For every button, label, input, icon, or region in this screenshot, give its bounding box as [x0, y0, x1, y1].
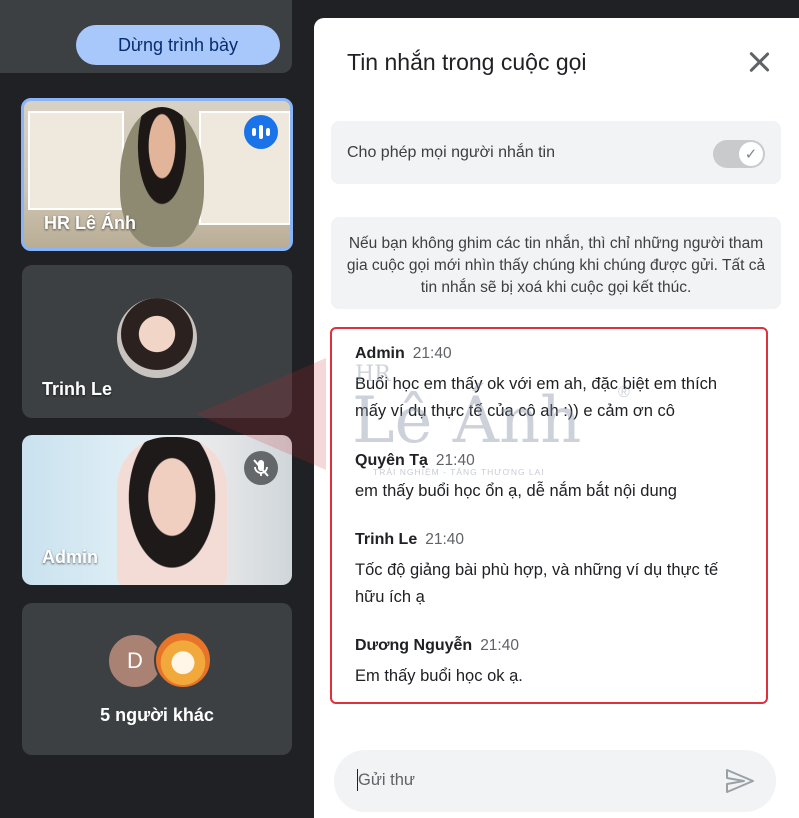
allow-messages-toggle[interactable]: ✓: [713, 140, 765, 168]
text-caret: [357, 769, 358, 791]
list-item: Dương Nguyễn 21:40 Em thấy buổi học ok ạ.: [355, 637, 750, 690]
stop-presenting-button[interactable]: Dừng trình bày: [76, 25, 280, 65]
message-input[interactable]: [356, 770, 700, 791]
info-text: Nếu bạn không ghim các tin nhắn, thì chỉ…: [346, 235, 766, 296]
avatar: [154, 631, 212, 689]
message-time: 21:40: [425, 531, 465, 548]
watermark-logo: [196, 358, 326, 470]
participant-name: Admin: [42, 547, 98, 567]
bookshelf-left: [28, 111, 124, 210]
check-icon: ✓: [739, 142, 763, 166]
participant-tile-others[interactable]: D 5 người khác: [22, 603, 292, 755]
panel-title: Tin nhắn trong cuộc gọi: [347, 49, 587, 75]
others-count-label: 5 người khác: [100, 705, 214, 725]
participant-name: HR Lê Ánh: [44, 213, 136, 233]
list-item: Trinh Le 21:40 Tốc độ giảng bài phù hợp, …: [355, 531, 750, 611]
message-text: em thấy buổi học ổn ạ, dễ nắm bắt nội du…: [355, 482, 677, 500]
watermark-tagline: TRẢI NGHIỆM - TĂNG THƯƠNG LAI: [373, 467, 545, 477]
message-sender: Trinh Le: [355, 531, 418, 548]
presentation-strip: Dừng trình bày: [0, 0, 292, 73]
allow-messages-label: Cho phép mọi người nhắn tin: [347, 144, 555, 161]
message-sender: Dương Nguyễn: [355, 637, 473, 654]
close-icon[interactable]: [747, 50, 771, 74]
info-notice: Nếu bạn không ghim các tin nhắn, thì chỉ…: [331, 217, 781, 309]
participant-name: Trinh Le: [42, 379, 113, 399]
watermark-brand: Lê Ánh: [352, 384, 582, 458]
speaking-indicator-icon: [244, 115, 278, 149]
message-text: Em thấy buổi học ok ạ.: [355, 667, 523, 685]
message-text: Tốc độ giảng bài phù hợp, và những ví dụ…: [355, 561, 719, 606]
watermark-registered: ®: [618, 384, 630, 401]
list-item: Quyên Tạ 21:40 em thấy buổi học ổn ạ, dễ …: [355, 452, 750, 505]
message-time: 21:40: [480, 637, 519, 654]
avatar: [117, 298, 197, 378]
message-composer: [334, 750, 776, 812]
participant-tile-hr-le-anh[interactable]: HR Lê Ánh: [21, 98, 293, 251]
send-icon[interactable]: [724, 767, 756, 795]
message-sender: Admin: [355, 345, 405, 362]
message-time: 21:40: [412, 345, 452, 362]
allow-messages-setting: Cho phép mọi người nhắn tin ✓: [331, 121, 781, 184]
